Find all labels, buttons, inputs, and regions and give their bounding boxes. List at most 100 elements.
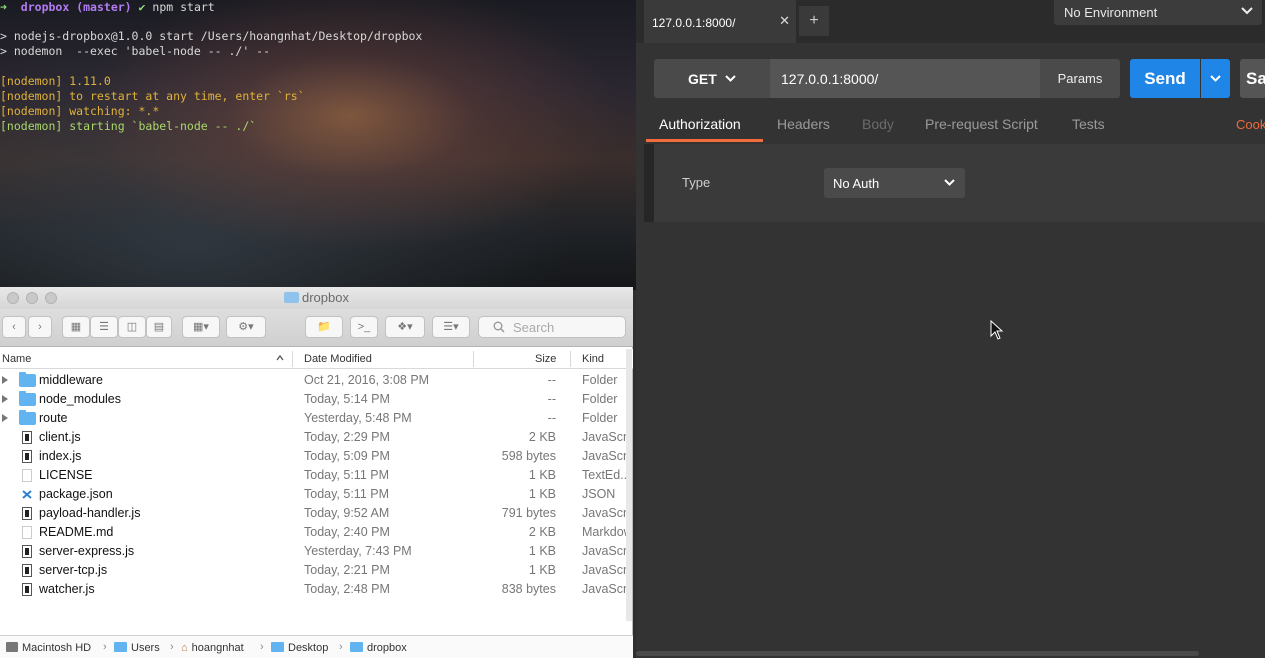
forward-button[interactable]: › bbox=[28, 316, 52, 338]
file-row[interactable]: client.js Today, 2:29 PM 2 KB JavaScript bbox=[0, 428, 632, 447]
sort-ascending-icon bbox=[276, 354, 284, 361]
dropbox-icon[interactable]: ❖▾ bbox=[385, 316, 425, 338]
cookies-link[interactable]: Cook bbox=[1236, 117, 1265, 132]
path-item-desktop[interactable]: Desktop bbox=[271, 642, 328, 654]
file-row[interactable]: server-express.js Yesterday, 7:43 PM 1 KB J… bbox=[0, 542, 632, 561]
send-button[interactable]: Send bbox=[1130, 59, 1200, 98]
chevron-down-icon bbox=[725, 75, 736, 82]
auth-type-select[interactable]: No Auth bbox=[824, 168, 965, 198]
path-item-dropbox[interactable]: dropbox bbox=[350, 642, 407, 654]
vertical-scrollbar[interactable] bbox=[626, 349, 632, 621]
file-row[interactable]: node_modules Today, 5:14 PM -- Folder bbox=[0, 390, 628, 409]
column-kind[interactable]: Kind bbox=[582, 353, 604, 365]
chevron-down-icon bbox=[1210, 75, 1221, 82]
terminal-output-line: [nodemon] 1.11.0 bbox=[0, 74, 111, 88]
tab-body[interactable]: Body bbox=[862, 116, 894, 132]
folder-icon bbox=[114, 642, 127, 652]
save-button[interactable]: Sa bbox=[1240, 59, 1265, 98]
column-divider bbox=[473, 351, 474, 367]
terminal-window[interactable]: ➜ dropbox (master) ✔ npm start > nodejs-… bbox=[0, 0, 636, 290]
close-icon[interactable]: ✕ bbox=[779, 13, 790, 29]
request-tab-label: 127.0.0.1:8000/ bbox=[652, 16, 736, 30]
javascript-file-icon bbox=[22, 545, 32, 558]
environment-select[interactable]: No Environment bbox=[1054, 0, 1262, 25]
file-date-modified: Today, 2:48 PM bbox=[304, 582, 390, 596]
text-file-icon bbox=[22, 526, 32, 539]
icon-view-icon[interactable]: ▦ bbox=[62, 316, 90, 338]
url-input[interactable]: 127.0.0.1:8000/ bbox=[770, 59, 1040, 98]
request-tab[interactable]: 127.0.0.1:8000/ ✕ bbox=[644, 0, 796, 43]
arrange-icon[interactable]: ▦▾ bbox=[182, 316, 220, 338]
file-row[interactable]: watcher.js Today, 2:48 PM 838 bytes JavaScr… bbox=[0, 580, 632, 599]
file-row[interactable]: middleware Oct 21, 2016, 3:08 PM -- Folder bbox=[0, 371, 628, 390]
prompt-check: ✔ bbox=[138, 0, 146, 14]
disclosure-triangle-icon[interactable] bbox=[2, 395, 8, 403]
method-select[interactable]: GET bbox=[654, 59, 770, 98]
path-item-home[interactable]: ⌂ hoangnhat bbox=[181, 642, 244, 654]
chevron-right-icon: › bbox=[260, 641, 264, 653]
chevron-down-icon bbox=[1241, 7, 1253, 15]
file-kind: JavaScript bbox=[582, 449, 632, 463]
file-name: payload-handler.js bbox=[39, 506, 141, 520]
file-size: -- bbox=[547, 373, 556, 387]
chevron-right-icon: › bbox=[339, 641, 343, 653]
finder-title-bar[interactable]: dropbox bbox=[0, 287, 633, 309]
search-field[interactable]: Search bbox=[478, 316, 626, 338]
disclosure-triangle-icon[interactable] bbox=[2, 376, 8, 384]
file-date-modified: Today, 5:14 PM bbox=[304, 392, 390, 406]
tab-pre-request-script[interactable]: Pre-request Script bbox=[925, 116, 1038, 132]
request-subtabs: Authorization Headers Body Pre-request S… bbox=[636, 110, 1265, 142]
prompt-command: npm start bbox=[152, 0, 215, 14]
tab-authorization[interactable]: Authorization bbox=[659, 116, 741, 132]
tab-tests[interactable]: Tests bbox=[1072, 116, 1105, 132]
file-row[interactable]: payload-handler.js Today, 9:52 AM 791 byte… bbox=[0, 504, 632, 523]
list-view-icon[interactable]: ☰ bbox=[90, 316, 118, 338]
file-kind: Folder bbox=[582, 373, 618, 387]
column-date-modified[interactable]: Date Modified bbox=[304, 353, 372, 365]
path-item-users[interactable]: Users bbox=[114, 642, 160, 654]
column-name[interactable]: Name bbox=[2, 353, 31, 365]
column-view-icon[interactable]: ◫ bbox=[118, 316, 146, 338]
share-menu-icon[interactable]: ☰▾ bbox=[432, 316, 470, 338]
params-button[interactable]: Params bbox=[1040, 59, 1120, 98]
close-window-button[interactable] bbox=[7, 292, 19, 304]
file-row[interactable]: route Yesterday, 5:48 PM -- Folder bbox=[0, 409, 628, 428]
folder-icon bbox=[19, 391, 36, 406]
prompt-arrow: ➜ bbox=[0, 0, 7, 14]
file-kind: JavaScript bbox=[582, 563, 632, 577]
back-button[interactable]: ‹ bbox=[2, 316, 26, 338]
tab-headers[interactable]: Headers bbox=[777, 116, 830, 132]
gear-icon[interactable]: ⚙▾ bbox=[226, 316, 266, 338]
file-row[interactable]: package.json Today, 5:11 PM 1 KB JSON bbox=[0, 485, 628, 504]
json-file-icon bbox=[22, 490, 32, 499]
active-tab-indicator bbox=[646, 139, 763, 142]
minimize-window-button[interactable] bbox=[26, 292, 38, 304]
add-tab-button[interactable]: + bbox=[799, 6, 829, 36]
file-kind: TextEd...ument bbox=[582, 468, 632, 482]
file-row[interactable]: LICENSE Today, 5:11 PM 1 KB TextEd...ument bbox=[0, 466, 632, 485]
new-folder-icon[interactable]: 📁 bbox=[305, 316, 343, 338]
column-divider bbox=[570, 351, 571, 367]
terminal-icon[interactable]: >_ bbox=[350, 316, 378, 338]
disclosure-triangle-icon[interactable] bbox=[2, 414, 8, 422]
file-row[interactable]: server-tcp.js Today, 2:21 PM 1 KB JavaScrip… bbox=[0, 561, 632, 580]
path-item-macintosh-hd[interactable]: Macintosh HD bbox=[6, 642, 91, 654]
column-size[interactable]: Size bbox=[535, 353, 556, 365]
file-kind: Markdown bbox=[582, 525, 632, 539]
folder-icon bbox=[284, 292, 299, 303]
file-date-modified: Yesterday, 5:48 PM bbox=[304, 411, 412, 425]
file-date-modified: Today, 2:29 PM bbox=[304, 430, 390, 444]
file-name: server-express.js bbox=[39, 544, 135, 558]
file-row[interactable]: index.js Today, 5:09 PM 598 bytes JavaScrip… bbox=[0, 447, 632, 466]
file-row[interactable]: README.md Today, 2:40 PM 2 KB Markdown bbox=[0, 523, 632, 542]
search-icon bbox=[493, 321, 505, 333]
folder-icon bbox=[350, 642, 363, 652]
send-options-button[interactable] bbox=[1201, 59, 1230, 98]
prompt-branch: (master) bbox=[76, 0, 132, 14]
file-date-modified: Today, 5:11 PM bbox=[304, 468, 389, 482]
cover-flow-icon[interactable]: ▤ bbox=[146, 316, 172, 338]
javascript-file-icon bbox=[22, 564, 32, 577]
horizontal-scrollbar[interactable] bbox=[636, 651, 1199, 656]
zoom-window-button[interactable] bbox=[45, 292, 57, 304]
file-size: 791 bytes bbox=[501, 506, 556, 520]
